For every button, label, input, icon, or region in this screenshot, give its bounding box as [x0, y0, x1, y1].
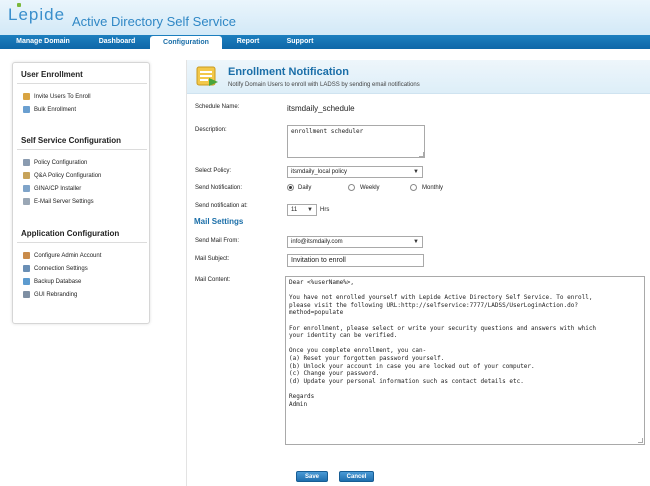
chevron-down-icon: ▼ — [307, 207, 313, 213]
installer-icon — [23, 184, 30, 192]
cancel-button[interactable]: Cancel — [339, 471, 374, 482]
content-label: Mail Content: — [195, 277, 231, 283]
subject-label: Mail Subject: — [195, 256, 230, 262]
description-field[interactable]: enrollment scheduler — [287, 125, 425, 158]
sidebar-item-label: Configure Admin Account — [34, 253, 102, 259]
sidebar-item-email-server[interactable]: E-Mail Server Settings — [23, 197, 94, 207]
sidebar-section-title: Application Configuration — [21, 229, 120, 238]
sidebar: User Enrollment Invite Users To Enroll B… — [12, 62, 150, 324]
sidebar-item-label: Policy Configuration — [34, 160, 88, 166]
sidebar-item-label: Invite Users To Enroll — [34, 94, 91, 100]
app-logo: Lepide — [8, 5, 66, 24]
page-title: Enrollment Notification — [228, 66, 349, 78]
radio-monthly[interactable] — [410, 184, 417, 191]
radio-monthly-label: Monthly — [422, 185, 444, 191]
sidebar-item-bulk-enrollment[interactable]: Bulk Enrollment — [23, 105, 76, 115]
schedule-name-label: Schedule Name: — [195, 104, 240, 110]
page-subtitle: Notify Domain Users to enroll with LADSS… — [228, 82, 420, 88]
sidebar-item-connection-settings[interactable]: Connection Settings — [23, 264, 88, 274]
main-nav: Manage Domain Dashboard Configuration Re… — [0, 35, 650, 49]
connection-icon — [23, 264, 30, 272]
select-policy-label: Select Policy: — [195, 168, 232, 174]
send-from-value: info@itsmdaily.com — [291, 239, 343, 245]
nav-configuration[interactable]: Configuration — [150, 36, 222, 49]
sidebar-item-qa-policy[interactable]: Q&A Policy Configuration — [23, 171, 101, 181]
qa-icon — [23, 171, 30, 179]
send-from-label: Send Mail From: — [195, 238, 240, 244]
app-header: Lepide Active Directory Self Service — [0, 0, 650, 35]
policy-select-value: itsmdaily_local policy — [291, 169, 348, 175]
nav-manage-domain[interactable]: Manage Domain — [8, 35, 78, 49]
chevron-down-icon: ▼ — [413, 169, 419, 175]
main-header: Enrollment Notification Notify Domain Us… — [187, 60, 650, 94]
hour-select[interactable]: 11 ▼ — [287, 204, 317, 216]
sidebar-item-label: E-Mail Server Settings — [34, 199, 94, 205]
send-notification-label: Send Notification: — [195, 185, 243, 191]
sidebar-item-backup-database[interactable]: Backup Database — [23, 277, 81, 287]
policy-icon — [23, 158, 30, 166]
sidebar-item-gina-installer[interactable]: GINA/CP Installer — [23, 184, 81, 194]
radio-weekly[interactable] — [348, 184, 355, 191]
save-button[interactable]: Save — [296, 471, 328, 482]
notification-icon — [196, 66, 218, 86]
users-icon — [23, 105, 30, 113]
sidebar-item-gui-rebranding[interactable]: GUI Rebranding — [23, 290, 77, 300]
resize-grip-icon[interactable] — [638, 438, 643, 443]
sidebar-divider — [17, 83, 147, 84]
envelope-icon — [23, 92, 30, 100]
send-at-label: Send notification at: — [195, 203, 248, 209]
nav-report[interactable]: Report — [228, 35, 268, 49]
nav-dashboard[interactable]: Dashboard — [88, 35, 146, 49]
sidebar-item-label: Backup Database — [34, 279, 82, 285]
description-label: Description: — [195, 127, 227, 133]
sidebar-section-title: User Enrollment — [21, 70, 83, 79]
sidebar-item-label: Q&A Policy Configuration — [34, 173, 102, 179]
sidebar-item-label: GINA/CP Installer — [34, 186, 82, 192]
sidebar-section-title: Self Service Configuration — [21, 136, 122, 145]
radio-daily-label: Daily — [298, 185, 312, 191]
subject-input[interactable]: Invitation to enroll — [287, 254, 424, 267]
admin-icon — [23, 251, 30, 259]
radio-daily[interactable] — [287, 184, 294, 191]
radio-weekly-label: Weekly — [360, 185, 380, 191]
mail-content-field[interactable]: Dear <%userName%>, You have not enrolled… — [285, 276, 645, 445]
sidebar-divider — [17, 149, 147, 150]
hours-unit-label: Hrs — [320, 207, 330, 213]
chevron-down-icon: ▼ — [413, 239, 419, 245]
sidebar-divider — [17, 242, 147, 243]
app-title: Active Directory Self Service — [72, 14, 236, 29]
mail-settings-heading: Mail Settings — [194, 217, 244, 226]
sidebar-item-label: GUI Rebranding — [34, 292, 78, 298]
sidebar-item-label: Connection Settings — [34, 266, 88, 272]
database-icon — [23, 277, 30, 285]
send-from-select[interactable]: info@itsmdaily.com ▼ — [287, 236, 423, 248]
sidebar-item-invite-users[interactable]: Invite Users To Enroll — [23, 92, 91, 102]
policy-select[interactable]: itsmdaily_local policy ▼ — [287, 166, 423, 178]
sidebar-item-label: Bulk Enrollment — [34, 107, 77, 113]
hour-select-value: 11 — [291, 207, 298, 213]
schedule-name-value: itsmdaily_schedule — [287, 104, 355, 113]
sidebar-item-admin-account[interactable]: Configure Admin Account — [23, 251, 101, 261]
sidebar-item-policy-configuration[interactable]: Policy Configuration — [23, 158, 87, 168]
rebranding-icon — [23, 290, 30, 298]
nav-support[interactable]: Support — [278, 35, 322, 49]
resize-grip-icon[interactable] — [419, 152, 424, 157]
mail-server-icon — [23, 197, 30, 205]
